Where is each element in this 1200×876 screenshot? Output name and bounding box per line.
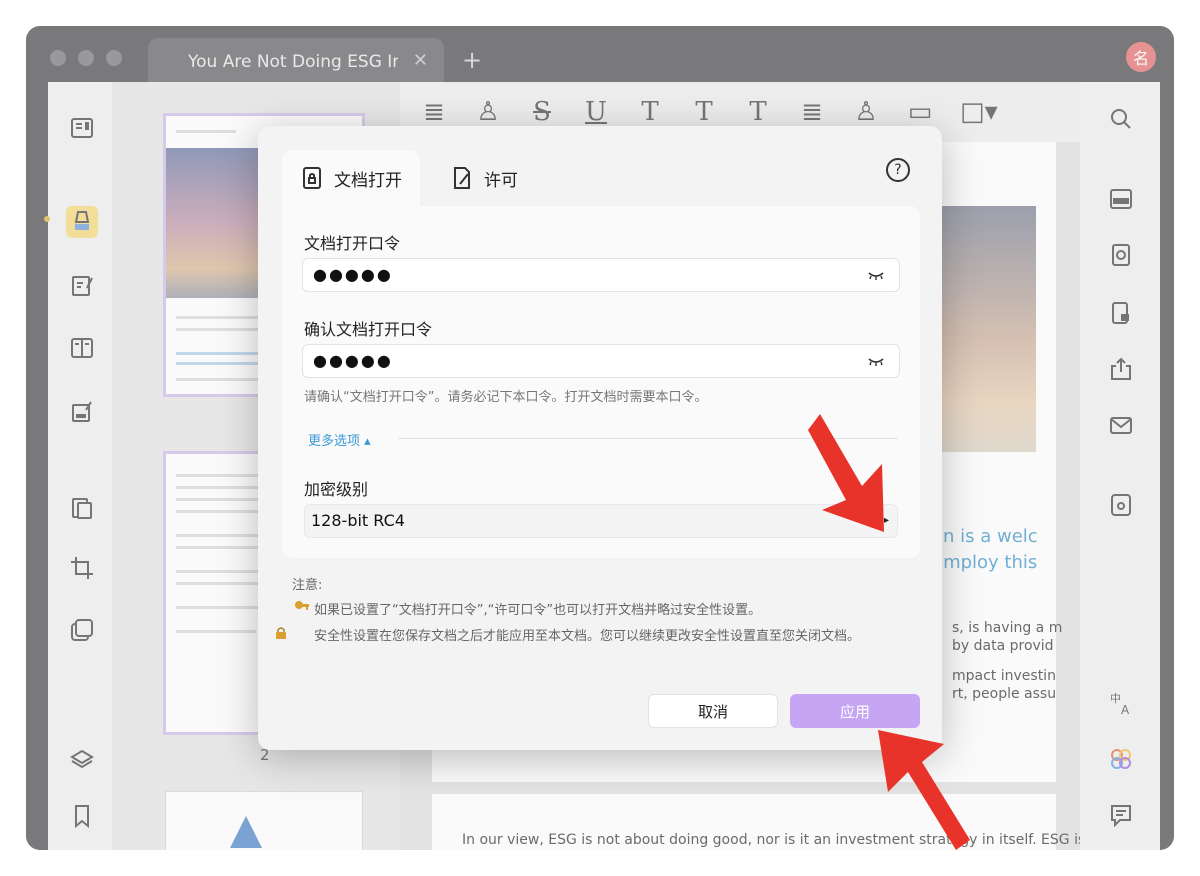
note-text: 如果已设置了“文档打开口令”,“许可口令”也可以打开文档并略过安全性设置。: [314, 603, 762, 618]
lock-icon: [276, 626, 314, 646]
tab-document-open[interactable]: 文档打开: [282, 150, 420, 206]
annotation-arrow-icon: [808, 414, 884, 532]
confirm-password-field[interactable]: ●●●●●: [302, 344, 900, 378]
key-icon: [294, 600, 314, 620]
tab-label: 许可: [484, 170, 518, 191]
eye-closed-icon[interactable]: [867, 269, 885, 281]
encryption-level-value: 128-bit RC4: [311, 511, 405, 530]
eye-closed-icon[interactable]: [867, 355, 885, 367]
annotation-arrow-icon: [878, 730, 970, 850]
open-password-field[interactable]: ●●●●●: [302, 258, 900, 292]
password-value: ●●●●●: [313, 265, 393, 284]
note-text: 安全性设置在您保存文档之后才能应用至本文档。您可以继续更改安全性设置直至您关闭文…: [314, 629, 861, 644]
help-icon[interactable]: ?: [886, 158, 910, 182]
confirm-password-label: 确认文档打开口令: [304, 320, 433, 339]
note-title: 注意:: [292, 578, 323, 593]
apply-button[interactable]: 应用: [790, 694, 920, 728]
note-item: 如果已设置了“文档打开口令”,“许可口令”也可以打开文档并略过安全性设置。: [294, 600, 894, 620]
password-hint: 请确认“文档打开口令”。请务必记下本口令。打开文档时需要本口令。: [304, 390, 708, 405]
app-window: You Are Not Doing ESG Inv ✕ + 名 2 ≣ ♙ S …: [26, 26, 1174, 850]
open-password-label: 文档打开口令: [304, 234, 401, 253]
tab-permissions[interactable]: 许可: [432, 150, 536, 206]
note-item: 安全性设置在您保存文档之后才能应用至本文档。您可以继续更改安全性设置直至您关闭文…: [276, 626, 894, 646]
password-value: ●●●●●: [313, 351, 393, 370]
encryption-level-label: 加密级别: [304, 480, 369, 499]
cancel-button[interactable]: 取消: [648, 694, 778, 728]
more-options-toggle[interactable]: 更多选项 ▴: [308, 430, 371, 449]
tab-label: 文档打开: [334, 170, 402, 191]
edit-document-icon: [454, 167, 470, 189]
lock-document-icon: [303, 167, 321, 189]
